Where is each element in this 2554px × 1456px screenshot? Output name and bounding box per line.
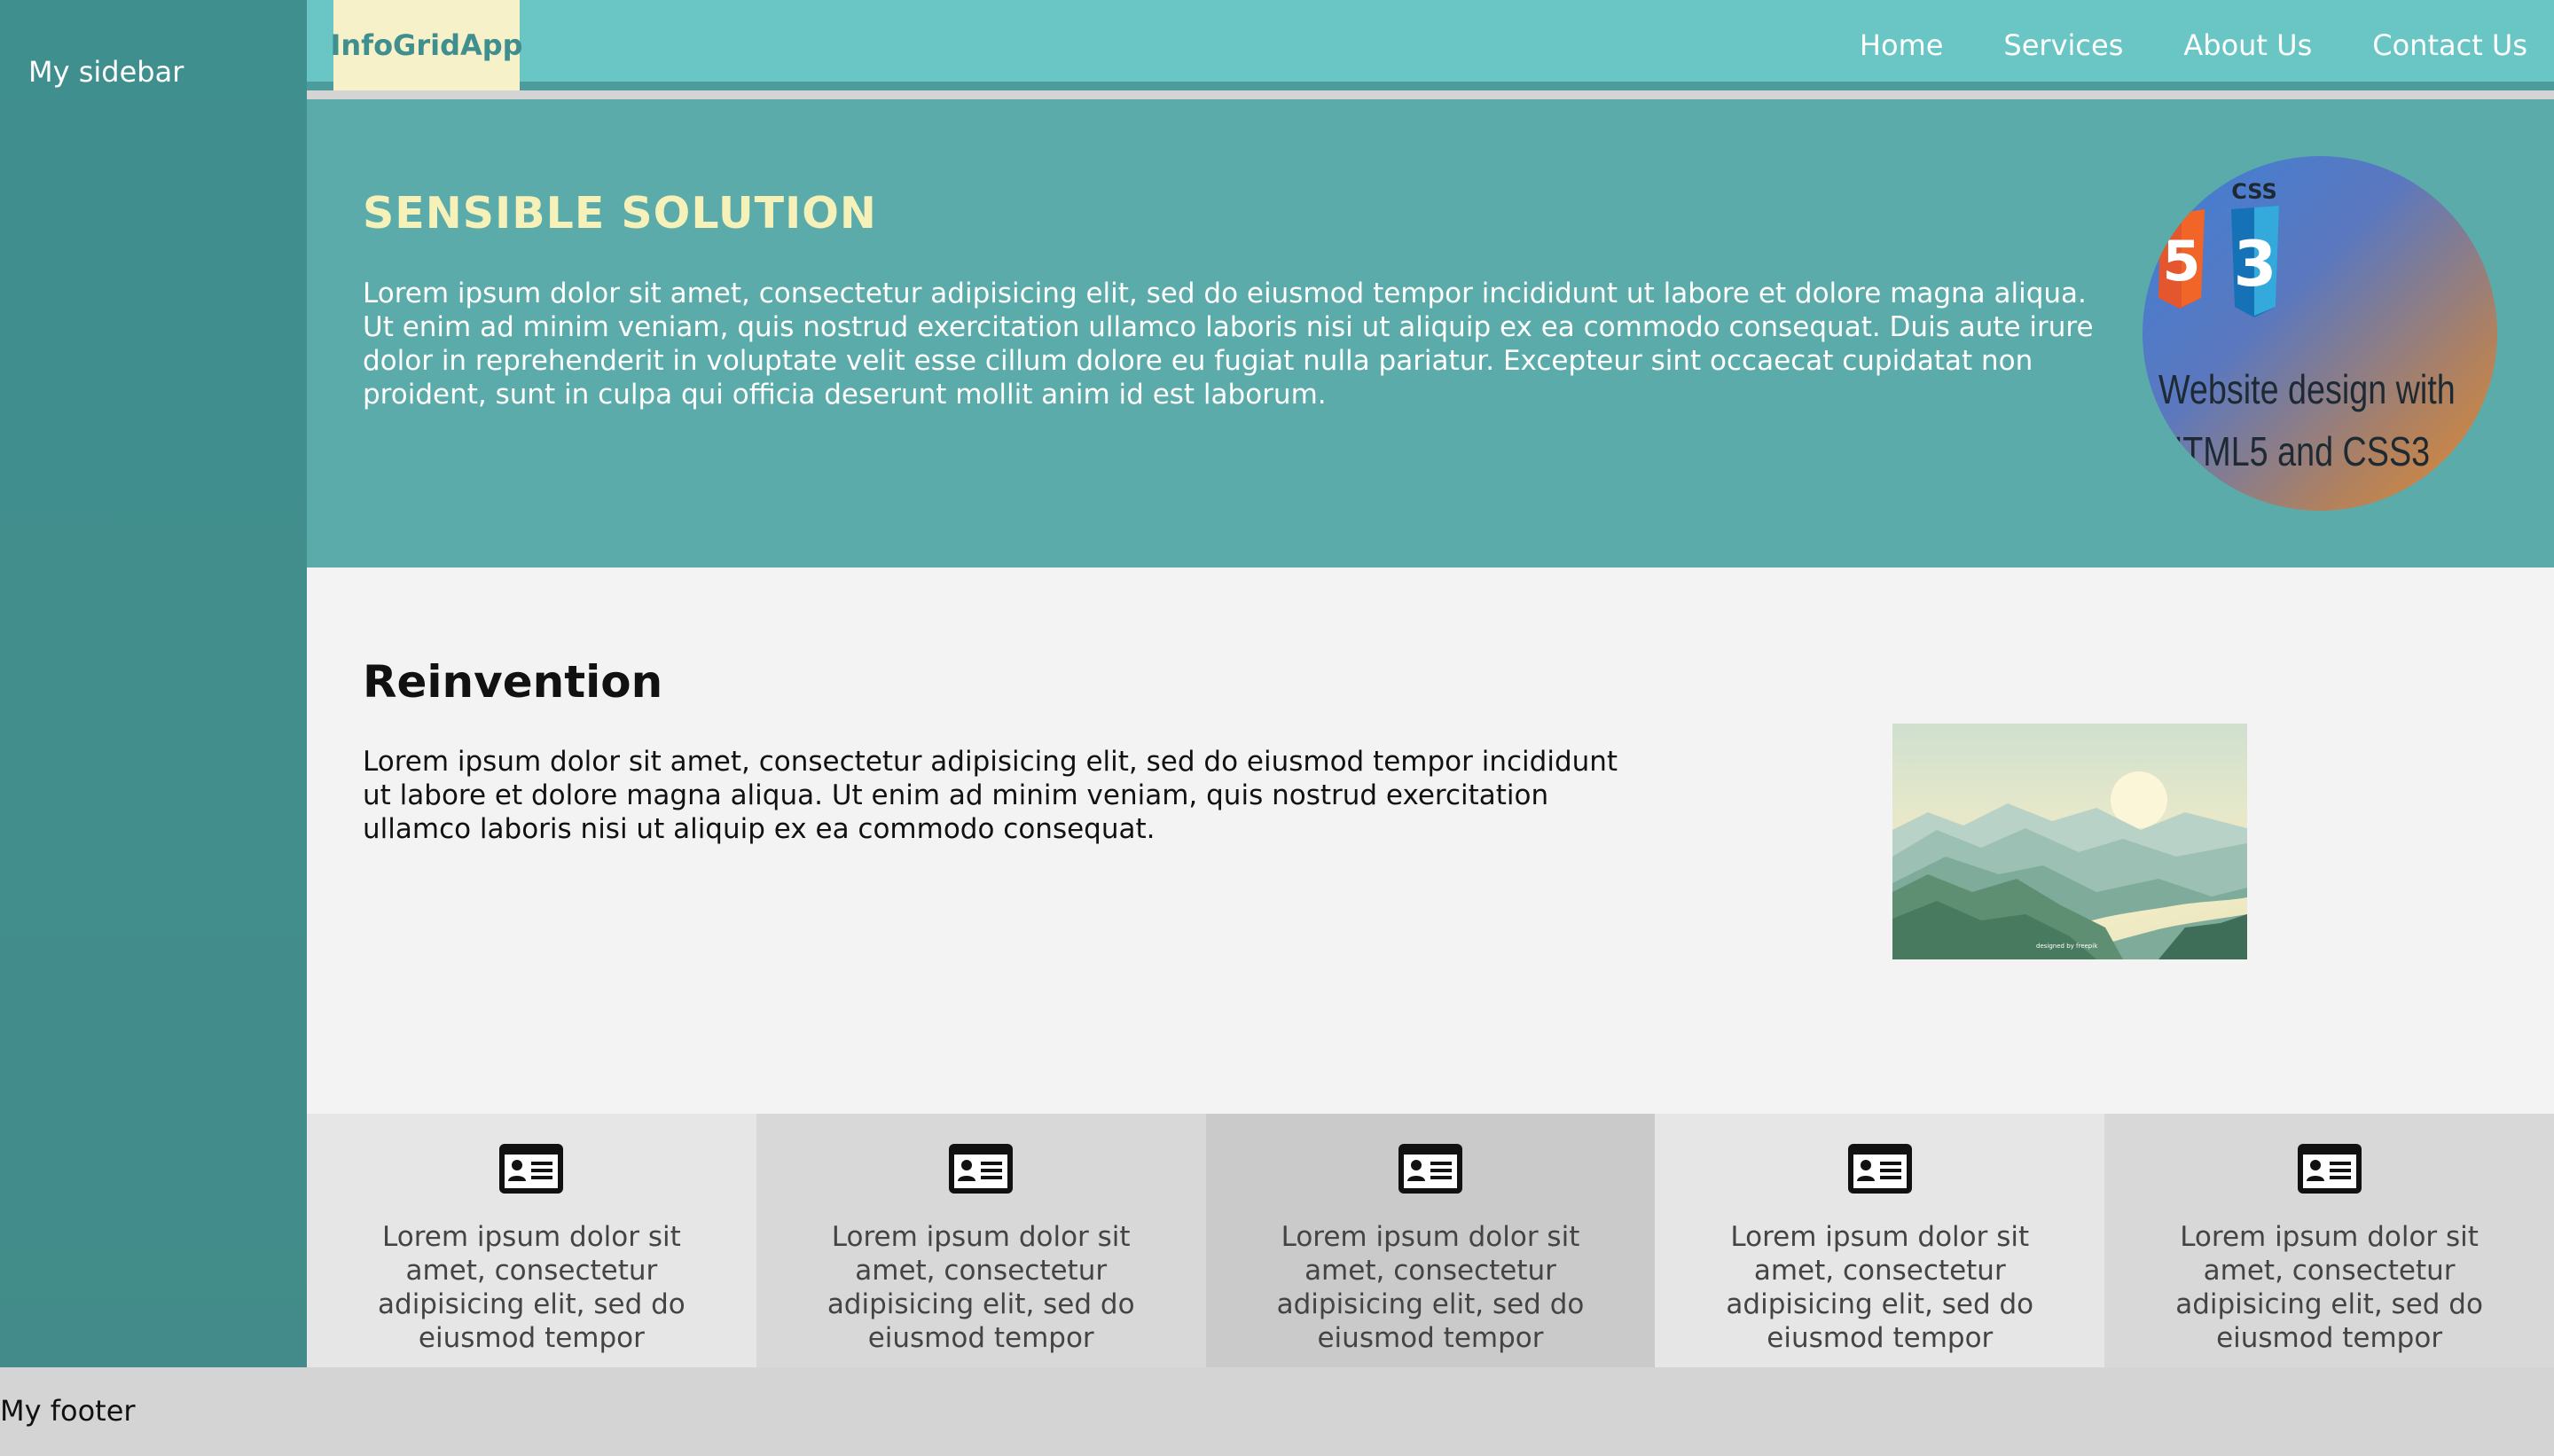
reinvention-section: Reinvention Lorem ipsum dolor sit amet, … [307,568,2554,1114]
css3-logo-icon: CSS 3 [2231,179,2279,317]
info-card: Lorem ipsum dolor sit amet, consectetur … [2104,1114,2554,1367]
image-credit: designed by freepik [2036,943,2098,950]
info-card: Lorem ipsum dolor sit amet, consectetur … [307,1114,756,1367]
reinvention-title: Reinvention [363,656,663,708]
html5-logo-icon: 5 [2158,209,2205,309]
info-card: Lorem ipsum dolor sit amet, consectetur … [756,1114,1206,1367]
id-card-icon [1398,1144,1462,1194]
badge-caption-line2: HTML5 and CSS3 [2158,428,2431,474]
id-card-icon [2297,1144,2362,1194]
id-card-icon [499,1144,564,1194]
landscape-image: designed by freepik [1892,724,2247,959]
card-text: Lorem ipsum dolor sit amet, consectetur … [1276,1221,1585,1354]
header: InfoGridApp Home Services About Us Conta… [307,0,2554,90]
hero-section: SENSIBLE SOLUTION Lorem ipsum dolor sit … [307,99,2554,568]
card-text: Lorem ipsum dolor sit amet, consectetur … [827,1221,1135,1354]
html5-css3-badge-image: 5 CSS 3 Website design with HTML5 and CS… [2143,156,2497,511]
id-card-icon [949,1144,1014,1194]
nav-contact-us[interactable]: Contact Us [2372,28,2527,62]
cards-row: Lorem ipsum dolor sit amet, consectetur … [307,1114,2554,1367]
svg-text:3: 3 [2234,228,2277,301]
logo[interactable]: InfoGridApp [330,0,523,90]
info-card: Lorem ipsum dolor sit amet, consectetur … [1655,1114,2105,1367]
card-text: Lorem ipsum dolor sit amet, consectetur … [2175,1221,2483,1354]
reinvention-text: Lorem ipsum dolor sit amet, consectetur … [363,746,1618,845]
badge-caption-line1: Website design with [2158,366,2456,412]
main-nav: Home Services About Us Contact Us [1860,0,2527,90]
nav-about-us[interactable]: About Us [2183,28,2312,62]
card-text: Lorem ipsum dolor sit amet, consectetur … [378,1221,686,1354]
badge-caption: Website design with HTML5 and CSS3 [2158,358,2456,482]
hero-title: SENSIBLE SOLUTION [363,188,877,239]
sidebar-title: My sidebar [28,55,184,89]
nav-services[interactable]: Services [2003,28,2123,62]
svg-text:5: 5 [2162,229,2200,294]
id-card-icon [1847,1144,1912,1194]
footer: My footer [0,1367,2554,1456]
footer-text: My footer [0,1394,136,1428]
nav-home[interactable]: Home [1860,28,1944,62]
card-text: Lorem ipsum dolor sit amet, consectetur … [1726,1221,2034,1354]
hero-text: Lorem ipsum dolor sit amet, consectetur … [363,278,2094,411]
info-card: Lorem ipsum dolor sit amet, consectetur … [1205,1114,1656,1367]
sidebar: My sidebar [0,0,307,1367]
page: My sidebar InfoGridApp Home Services Abo… [0,0,2554,1456]
svg-text:CSS: CSS [2231,179,2277,204]
